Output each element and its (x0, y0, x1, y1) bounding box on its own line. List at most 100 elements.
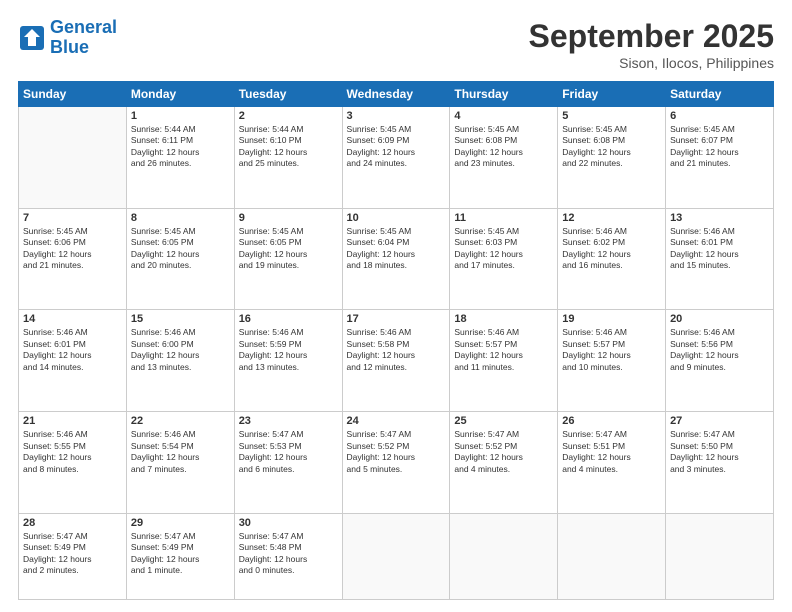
day-number: 29 (131, 517, 230, 529)
weekday-header-wednesday: Wednesday (342, 82, 450, 107)
calendar-cell: 15 Sunrise: 5:46 AM Sunset: 6:00 PM Dayli… (126, 310, 234, 412)
day-info: Sunrise: 5:45 AM Sunset: 6:08 PM Dayligh… (454, 124, 553, 170)
day-number: 9 (239, 212, 338, 224)
title-block: September 2025 Sison, Ilocos, Philippine… (529, 18, 774, 71)
calendar-cell: 16 Sunrise: 5:46 AM Sunset: 5:59 PM Dayli… (234, 310, 342, 412)
day-info: Sunrise: 5:47 AM Sunset: 5:52 PM Dayligh… (347, 429, 446, 475)
calendar-week-row: 28 Sunrise: 5:47 AM Sunset: 5:49 PM Dayli… (19, 513, 774, 599)
calendar-cell: 3 Sunrise: 5:45 AM Sunset: 6:09 PM Daylig… (342, 107, 450, 209)
day-info: Sunrise: 5:46 AM Sunset: 5:58 PM Dayligh… (347, 327, 446, 373)
day-number: 12 (562, 212, 661, 224)
day-number: 6 (670, 110, 769, 122)
calendar-table: SundayMondayTuesdayWednesdayThursdayFrid… (18, 81, 774, 600)
day-info: Sunrise: 5:47 AM Sunset: 5:49 PM Dayligh… (131, 531, 230, 577)
day-number: 5 (562, 110, 661, 122)
page: General Blue September 2025 Sison, Iloco… (0, 0, 792, 612)
calendar-cell (666, 513, 774, 599)
calendar-cell (19, 107, 127, 209)
header: General Blue September 2025 Sison, Iloco… (18, 18, 774, 71)
day-number: 2 (239, 110, 338, 122)
day-number: 21 (23, 415, 122, 427)
day-info: Sunrise: 5:47 AM Sunset: 5:52 PM Dayligh… (454, 429, 553, 475)
day-info: Sunrise: 5:45 AM Sunset: 6:06 PM Dayligh… (23, 226, 122, 272)
day-info: Sunrise: 5:45 AM Sunset: 6:05 PM Dayligh… (239, 226, 338, 272)
location: Sison, Ilocos, Philippines (529, 55, 774, 71)
calendar-cell: 28 Sunrise: 5:47 AM Sunset: 5:49 PM Dayli… (19, 513, 127, 599)
calendar-cell: 22Sunrise: 5:46 AM Sunset: 5:54 PM Dayli… (126, 412, 234, 514)
calendar-cell: 13 Sunrise: 5:46 AM Sunset: 6:01 PM Dayli… (666, 208, 774, 310)
calendar-week-row: 1Sunrise: 5:44 AM Sunset: 6:11 PM Daylig… (19, 107, 774, 209)
day-info: Sunrise: 5:46 AM Sunset: 5:59 PM Dayligh… (239, 327, 338, 373)
calendar-week-row: 14Sunrise: 5:46 AM Sunset: 6:01 PM Dayli… (19, 310, 774, 412)
day-number: 1 (131, 110, 230, 122)
weekday-header-friday: Friday (558, 82, 666, 107)
logo-text: General Blue (50, 18, 117, 58)
logo-line1: General (50, 17, 117, 37)
day-number: 19 (562, 313, 661, 325)
calendar-cell: 24 Sunrise: 5:47 AM Sunset: 5:52 PM Dayli… (342, 412, 450, 514)
logo: General Blue (18, 18, 117, 58)
day-info: Sunrise: 5:46 AM Sunset: 5:57 PM Dayligh… (562, 327, 661, 373)
day-number: 13 (670, 212, 769, 224)
calendar-cell: 29 Sunrise: 5:47 AM Sunset: 5:49 PM Dayli… (126, 513, 234, 599)
weekday-header-saturday: Saturday (666, 82, 774, 107)
day-number: 25 (454, 415, 553, 427)
day-number: 20 (670, 313, 769, 325)
day-number: 30 (239, 517, 338, 529)
day-info: Sunrise: 5:47 AM Sunset: 5:53 PM Dayligh… (239, 429, 338, 475)
calendar-cell: 8 Sunrise: 5:45 AM Sunset: 6:05 PM Daylig… (126, 208, 234, 310)
calendar-cell: 10 Sunrise: 5:45 AM Sunset: 6:04 PM Dayli… (342, 208, 450, 310)
day-info: Sunrise: 5:47 AM Sunset: 5:49 PM Dayligh… (23, 531, 122, 577)
day-info: Sunrise: 5:46 AM Sunset: 5:57 PM Dayligh… (454, 327, 553, 373)
day-number: 17 (347, 313, 446, 325)
day-info: Sunrise: 5:45 AM Sunset: 6:05 PM Dayligh… (131, 226, 230, 272)
day-number: 4 (454, 110, 553, 122)
day-number: 3 (347, 110, 446, 122)
day-number: 7 (23, 212, 122, 224)
calendar-cell: 1Sunrise: 5:44 AM Sunset: 6:11 PM Daylig… (126, 107, 234, 209)
calendar-cell: 2Sunrise: 5:44 AM Sunset: 6:10 PM Daylig… (234, 107, 342, 209)
day-number: 28 (23, 517, 122, 529)
month-title: September 2025 (529, 18, 774, 55)
day-number: 18 (454, 313, 553, 325)
day-number: 11 (454, 212, 553, 224)
day-number: 26 (562, 415, 661, 427)
logo-icon (18, 24, 46, 52)
calendar-cell: 26Sunrise: 5:47 AM Sunset: 5:51 PM Dayli… (558, 412, 666, 514)
day-info: Sunrise: 5:47 AM Sunset: 5:50 PM Dayligh… (670, 429, 769, 475)
day-info: Sunrise: 5:45 AM Sunset: 6:07 PM Dayligh… (670, 124, 769, 170)
day-number: 10 (347, 212, 446, 224)
weekday-header-monday: Monday (126, 82, 234, 107)
day-info: Sunrise: 5:45 AM Sunset: 6:03 PM Dayligh… (454, 226, 553, 272)
calendar-cell: 12Sunrise: 5:46 AM Sunset: 6:02 PM Dayli… (558, 208, 666, 310)
day-info: Sunrise: 5:46 AM Sunset: 6:01 PM Dayligh… (23, 327, 122, 373)
calendar-cell (558, 513, 666, 599)
calendar-cell: 14Sunrise: 5:46 AM Sunset: 6:01 PM Dayli… (19, 310, 127, 412)
day-info: Sunrise: 5:45 AM Sunset: 6:09 PM Dayligh… (347, 124, 446, 170)
logo-line2: Blue (50, 37, 89, 57)
day-number: 24 (347, 415, 446, 427)
calendar-cell: 11 Sunrise: 5:45 AM Sunset: 6:03 PM Dayli… (450, 208, 558, 310)
calendar-cell: 21Sunrise: 5:46 AM Sunset: 5:55 PM Dayli… (19, 412, 127, 514)
weekday-header-tuesday: Tuesday (234, 82, 342, 107)
day-info: Sunrise: 5:46 AM Sunset: 6:01 PM Dayligh… (670, 226, 769, 272)
calendar-cell: 6 Sunrise: 5:45 AM Sunset: 6:07 PM Daylig… (666, 107, 774, 209)
day-number: 16 (239, 313, 338, 325)
calendar-cell: 20 Sunrise: 5:46 AM Sunset: 5:56 PM Dayli… (666, 310, 774, 412)
calendar-cell: 18 Sunrise: 5:46 AM Sunset: 5:57 PM Dayli… (450, 310, 558, 412)
day-info: Sunrise: 5:46 AM Sunset: 5:56 PM Dayligh… (670, 327, 769, 373)
calendar-cell: 9 Sunrise: 5:45 AM Sunset: 6:05 PM Daylig… (234, 208, 342, 310)
day-info: Sunrise: 5:46 AM Sunset: 6:00 PM Dayligh… (131, 327, 230, 373)
weekday-header-sunday: Sunday (19, 82, 127, 107)
day-info: Sunrise: 5:45 AM Sunset: 6:08 PM Dayligh… (562, 124, 661, 170)
calendar-week-row: 21Sunrise: 5:46 AM Sunset: 5:55 PM Dayli… (19, 412, 774, 514)
weekday-header-thursday: Thursday (450, 82, 558, 107)
calendar-cell: 4 Sunrise: 5:45 AM Sunset: 6:08 PM Daylig… (450, 107, 558, 209)
calendar-cell: 25 Sunrise: 5:47 AM Sunset: 5:52 PM Dayli… (450, 412, 558, 514)
day-number: 27 (670, 415, 769, 427)
day-info: Sunrise: 5:45 AM Sunset: 6:04 PM Dayligh… (347, 226, 446, 272)
calendar-cell (342, 513, 450, 599)
calendar-cell: 30Sunrise: 5:47 AM Sunset: 5:48 PM Dayli… (234, 513, 342, 599)
day-number: 8 (131, 212, 230, 224)
day-number: 15 (131, 313, 230, 325)
